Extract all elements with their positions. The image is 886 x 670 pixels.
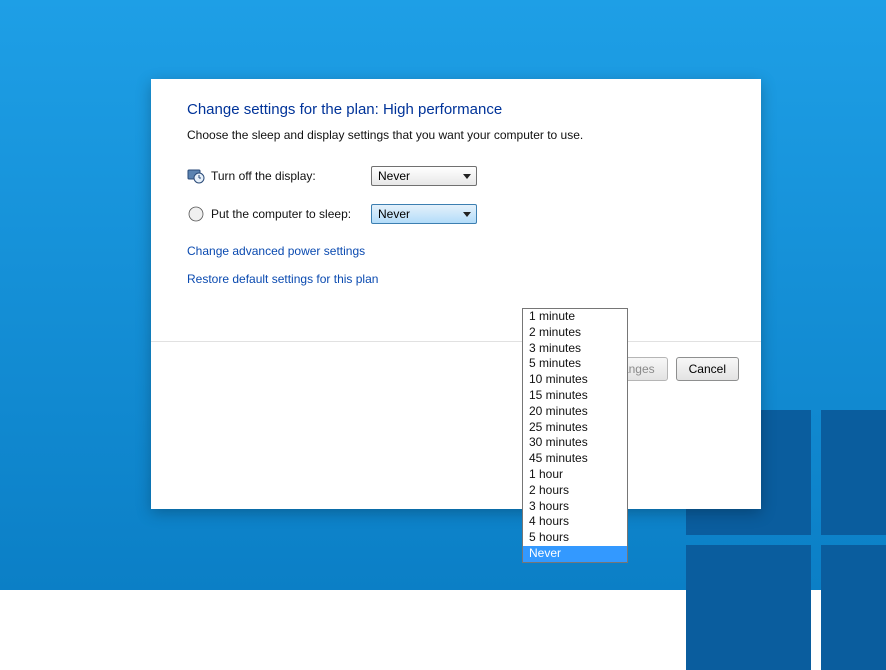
dropdown-option[interactable]: 5 hours [523, 530, 627, 546]
sleep-timeout-dropdown[interactable]: 1 minute2 minutes3 minutes5 minutes10 mi… [522, 308, 628, 563]
dropdown-option[interactable]: 1 minute [523, 309, 627, 325]
advanced-power-settings-link[interactable]: Change advanced power settings [187, 244, 725, 258]
dropdown-option[interactable]: 1 hour [523, 467, 627, 483]
restore-defaults-link[interactable]: Restore default settings for this plan [187, 272, 725, 286]
sleep-timeout-row: Put the computer to sleep: Never [187, 204, 725, 224]
sleep-timeout-select[interactable]: Never [371, 204, 477, 224]
monitor-clock-icon [187, 167, 205, 185]
dropdown-option[interactable]: 25 minutes [523, 420, 627, 436]
separator [151, 341, 761, 342]
power-options-window: Change settings for the plan: High perfo… [151, 79, 761, 509]
display-timeout-select[interactable]: Never [371, 166, 477, 186]
dropdown-option[interactable]: 2 minutes [523, 325, 627, 341]
page-subtitle: Choose the sleep and display settings th… [187, 128, 725, 142]
dropdown-option[interactable]: Never [523, 546, 627, 562]
dropdown-option[interactable]: 20 minutes [523, 404, 627, 420]
sleep-timeout-value: Never [378, 207, 459, 221]
display-timeout-label: Turn off the display: [211, 169, 371, 183]
moon-icon [187, 205, 205, 223]
chevron-down-icon [459, 205, 474, 223]
dropdown-option[interactable]: 45 minutes [523, 451, 627, 467]
display-timeout-value: Never [378, 169, 459, 183]
chevron-down-icon [459, 167, 474, 185]
dropdown-option[interactable]: 4 hours [523, 514, 627, 530]
dropdown-option[interactable]: 2 hours [523, 483, 627, 499]
sleep-timeout-label: Put the computer to sleep: [211, 207, 371, 221]
dropdown-option[interactable]: 3 minutes [523, 341, 627, 357]
cancel-button[interactable]: Cancel [676, 357, 739, 381]
display-timeout-row: Turn off the display: Never [187, 166, 725, 186]
dropdown-option[interactable]: 10 minutes [523, 372, 627, 388]
page-title: Change settings for the plan: High perfo… [187, 101, 725, 118]
dropdown-option[interactable]: 30 minutes [523, 435, 627, 451]
dropdown-option[interactable]: 5 minutes [523, 356, 627, 372]
dropdown-option[interactable]: 3 hours [523, 499, 627, 515]
dropdown-option[interactable]: 15 minutes [523, 388, 627, 404]
